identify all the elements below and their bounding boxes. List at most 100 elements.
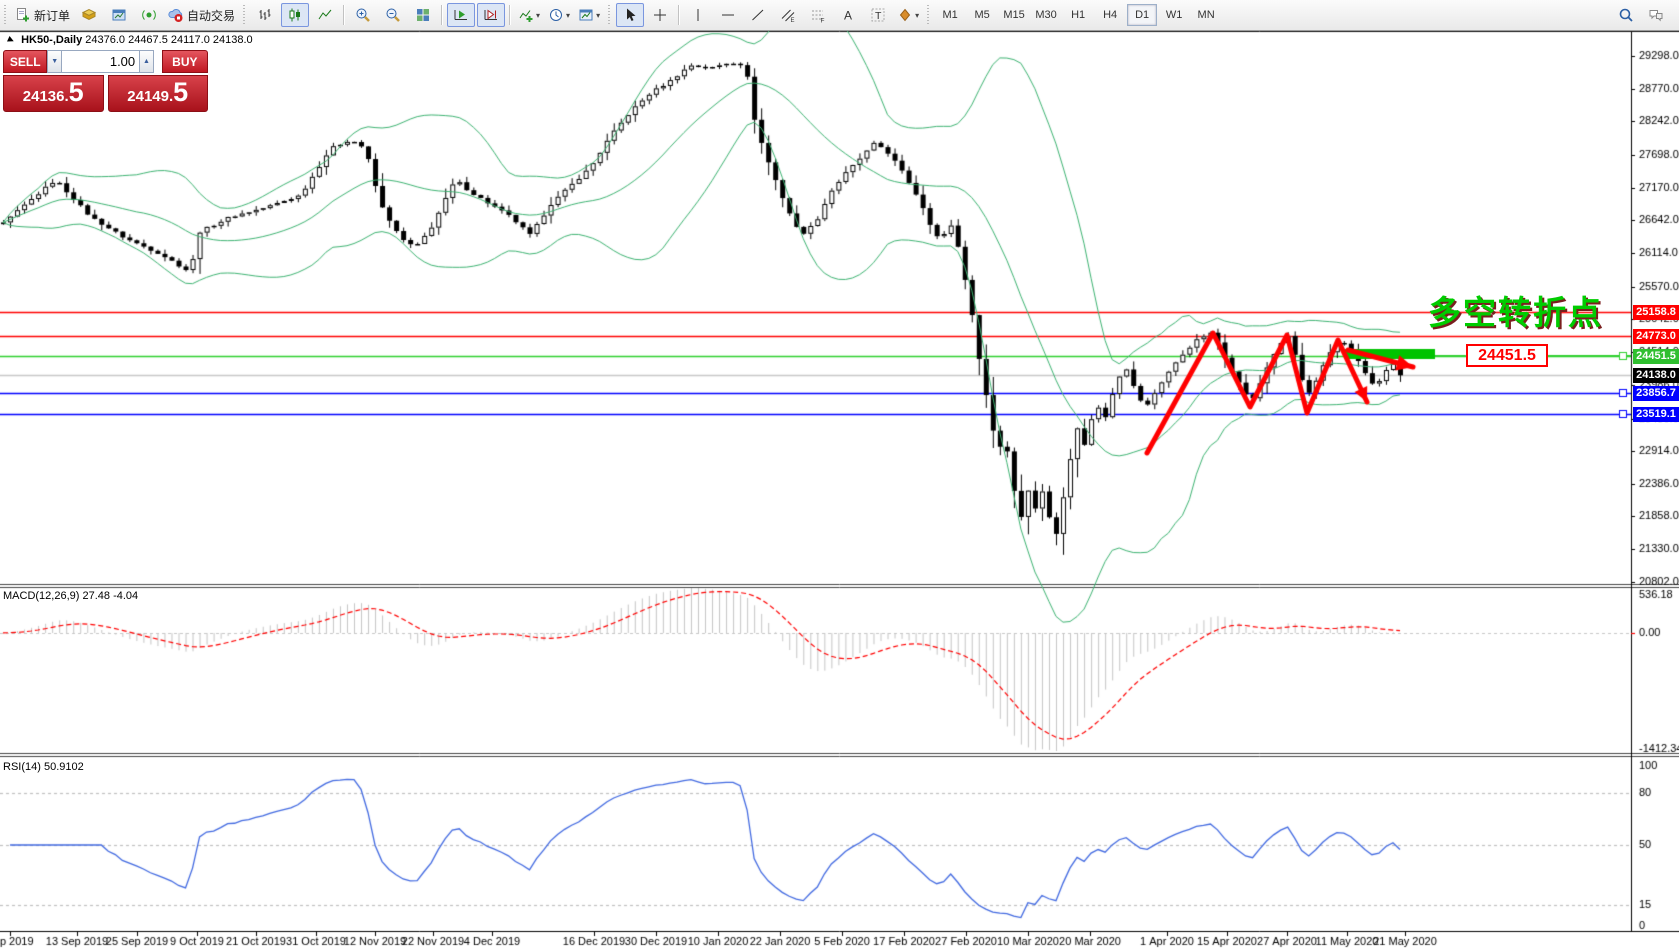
price-badge-25158.8[interactable]: 25158.8 [1633,305,1679,320]
cloud-stop-icon [168,7,184,23]
text-a-icon: A [840,7,856,23]
toolbar-separator [509,5,511,25]
search-icon[interactable] [1612,3,1640,27]
line-chart-button[interactable] [311,3,339,27]
crosshair-icon [652,7,668,23]
price-badge-23519.1[interactable]: 23519.1 [1633,407,1679,422]
chat-icon[interactable] [1642,3,1670,27]
candlestick-button[interactable] [281,3,309,27]
trendline-button[interactable] [744,3,772,27]
dropdown-caret-icon[interactable]: ▾ [596,11,600,20]
tiles-icon [415,7,431,23]
clock-icon [548,7,564,23]
text-label-button[interactable]: T [864,3,892,27]
autotrading-button[interactable]: 自动交易 [165,3,238,27]
signals-button[interactable] [135,3,163,27]
svg-text:A: A [844,9,852,23]
indicator-plus-icon [518,7,534,23]
shapes-button[interactable]: ▾ [894,3,922,27]
indicators-button[interactable]: ▾ [515,3,543,27]
price-badge-24138.0[interactable]: 24138.0 [1633,368,1679,383]
chart-canvas[interactable] [0,0,1679,952]
svg-text:E: E [791,18,795,23]
periods-button[interactable]: ▾ [545,3,573,27]
horizontal-line-button[interactable] [714,3,742,27]
toolbar-separator [678,5,680,25]
timeframe-m5-button[interactable]: M5 [967,4,997,26]
channel-icon: E [780,7,796,23]
cursor-button[interactable] [616,3,644,27]
sell-price[interactable]: 24136.5 [3,75,104,112]
timeframe-mn-button[interactable]: MN [1191,4,1221,26]
sell-button[interactable]: SELL [3,50,47,73]
timeframe-m30-button[interactable]: M30 [1031,4,1061,26]
zoom-in-icon [355,7,371,23]
rsi-label: RSI(14) 50.9102 [3,761,84,773]
timeframe-m1-button[interactable]: M1 [935,4,965,26]
vline-icon [690,7,706,23]
cursor-icon [622,7,638,23]
svg-text:T: T [875,10,882,22]
toolbar: 新订单 自动交易 ▾ ▾ ▾ E F A T ▾ M1M5M15M30H1H4D1W1MN [0,0,1679,31]
chart-collapse-icon[interactable] [7,36,15,44]
ohlc-values: 24376.0 24467.5 24117.0 24138.0 [85,34,252,46]
price-badge-24773.0[interactable]: 24773.0 [1633,329,1679,344]
new-order-button[interactable]: 新订单 [12,3,73,27]
market-watch-button[interactable] [105,3,133,27]
metaeditor-button[interactable] [75,3,103,27]
bar-chart-button[interactable] [251,3,279,27]
dropdown-caret-icon[interactable]: ▾ [536,11,540,20]
price-badge-23856.7[interactable]: 23856.7 [1633,386,1679,401]
autotrading-button-label: 自动交易 [187,7,235,24]
doc-plus-icon [15,7,31,23]
auto-scroll-icon [453,7,469,23]
timeframe-h1-button[interactable]: H1 [1063,4,1093,26]
fibo-icon: F [810,7,826,23]
toolbar-separator [441,5,443,25]
price-badge-24451.5[interactable]: 24451.5 [1633,349,1679,364]
macd-label: MACD(12,26,9) 27.48 -4.04 [3,590,138,602]
timeframe-m15-button[interactable]: M15 [999,4,1029,26]
toolbar-grip [607,5,612,25]
toolbar-grip [242,5,247,25]
buy-price[interactable]: 24149.5 [108,75,209,112]
new-order-button-label: 新订单 [34,7,70,24]
timeframe-w1-button[interactable]: W1 [1159,4,1189,26]
dropdown-caret-icon[interactable]: ▾ [566,11,570,20]
vertical-line-button[interactable] [684,3,712,27]
text-button[interactable]: A [834,3,862,27]
zoom-in-button[interactable] [349,3,377,27]
shapes-icon [897,7,913,23]
gold-book-icon [81,7,97,23]
timeframe-h4-button[interactable]: H4 [1095,4,1125,26]
tile-windows-button[interactable] [409,3,437,27]
dropdown-caret-icon[interactable]: ▾ [915,11,919,20]
volume-input[interactable]: 1.00 [62,50,139,73]
linechart-icon [317,7,333,23]
zoom-out-icon [385,7,401,23]
chart-window-icon [578,7,594,23]
timeframe-d1-button[interactable]: D1 [1127,4,1157,26]
chart-shift-button[interactable] [477,3,505,27]
toolbar-separator [343,5,345,25]
chart-header: HK50-,Daily 24376.0 24467.5 24117.0 2413… [8,34,253,46]
buy-button[interactable]: BUY [162,50,208,73]
bars-icon [257,7,273,23]
crosshair-button[interactable] [646,3,674,27]
equidistant-channel-button[interactable]: E [774,3,802,27]
mt4-window: 新订单 自动交易 ▾ ▾ ▾ E F A T ▾ M1M5M15M30H1H4D1W1MN HK50… [0,0,1679,952]
trendline-icon [750,7,766,23]
chart-shift-icon [483,7,499,23]
blue-window-icon [111,7,127,23]
fibonacci-button[interactable]: F [804,3,832,27]
volume-increase-button[interactable]: ▲ [139,50,154,73]
toolbar-right-icons [1611,3,1671,27]
auto-scroll-button[interactable] [447,3,475,27]
price-tag-24451[interactable]: 24451.5 [1466,344,1548,367]
turning-point-annotation: 多空转折点 [1428,286,1603,334]
toolbar-grip [3,5,8,25]
new-chart-button[interactable]: ▾ [575,3,603,27]
zoom-out-button[interactable] [379,3,407,27]
svg-text:F: F [821,18,825,24]
volume-decrease-button[interactable]: ▼ [47,50,62,73]
